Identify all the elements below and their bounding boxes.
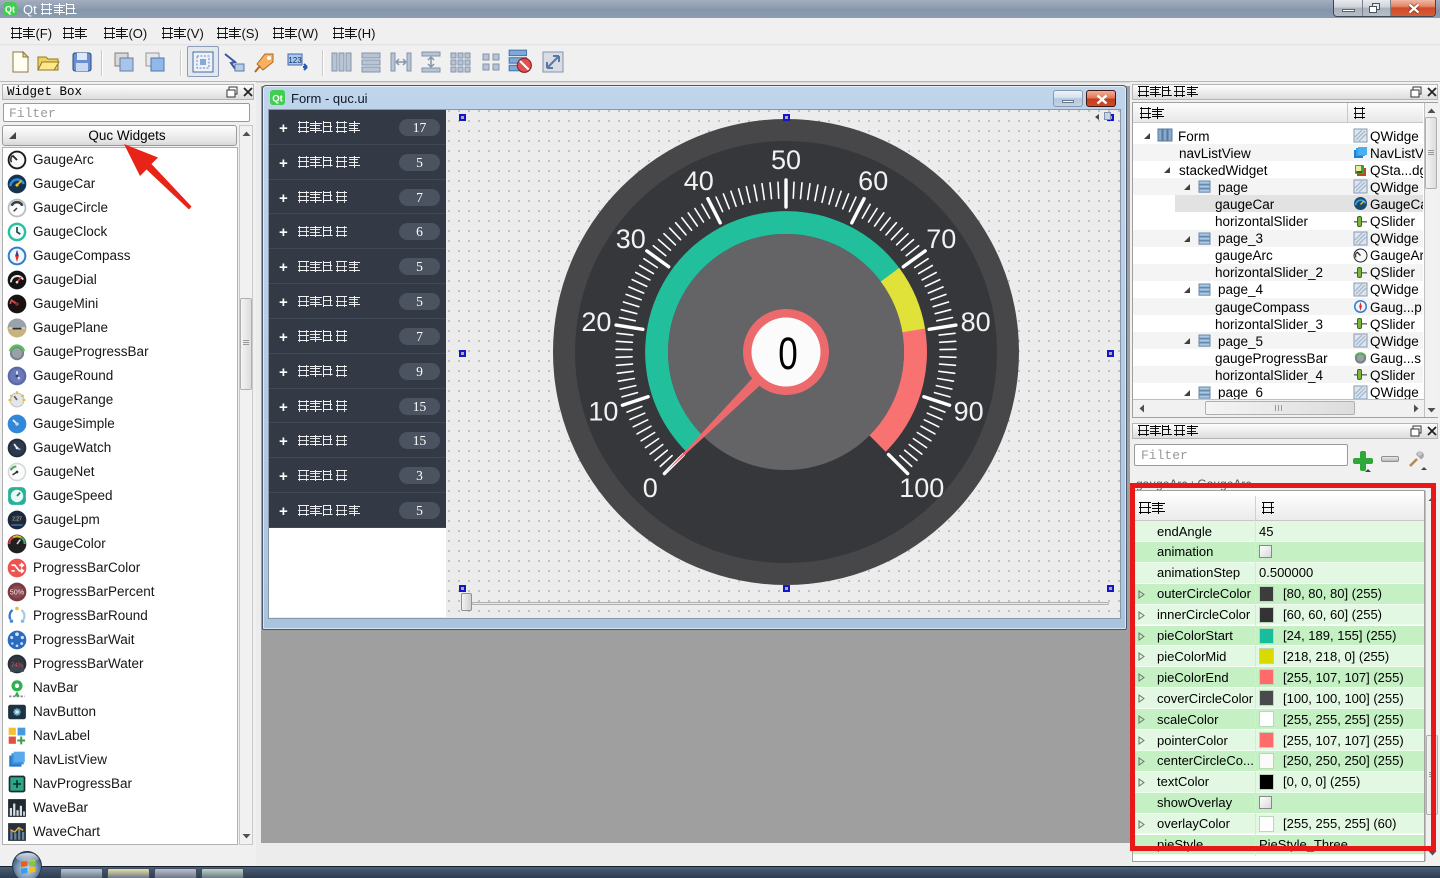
svg-text:50%: 50% [10,588,25,597]
svg-text:123: 123 [288,56,302,65]
svg-text:60: 60 [858,166,888,196]
svg-text:80: 80 [961,307,991,337]
svg-text:50: 50 [771,145,801,175]
svg-text:Qt: Qt [5,5,15,15]
svg-text:2.27: 2.27 [12,517,22,523]
svg-text:0: 0 [778,328,798,379]
svg-text:10: 10 [588,396,618,426]
svg-text:100: 100 [899,473,944,503]
svg-text:Qt: Qt [272,94,283,105]
svg-text:30: 30 [616,224,646,254]
svg-text:74%: 74% [11,662,24,669]
svg-text:0: 0 [643,473,658,503]
svg-text:20: 20 [581,307,611,337]
svg-text:90: 90 [954,396,984,426]
svg-text:40: 40 [684,166,714,196]
svg-text:70: 70 [926,224,956,254]
